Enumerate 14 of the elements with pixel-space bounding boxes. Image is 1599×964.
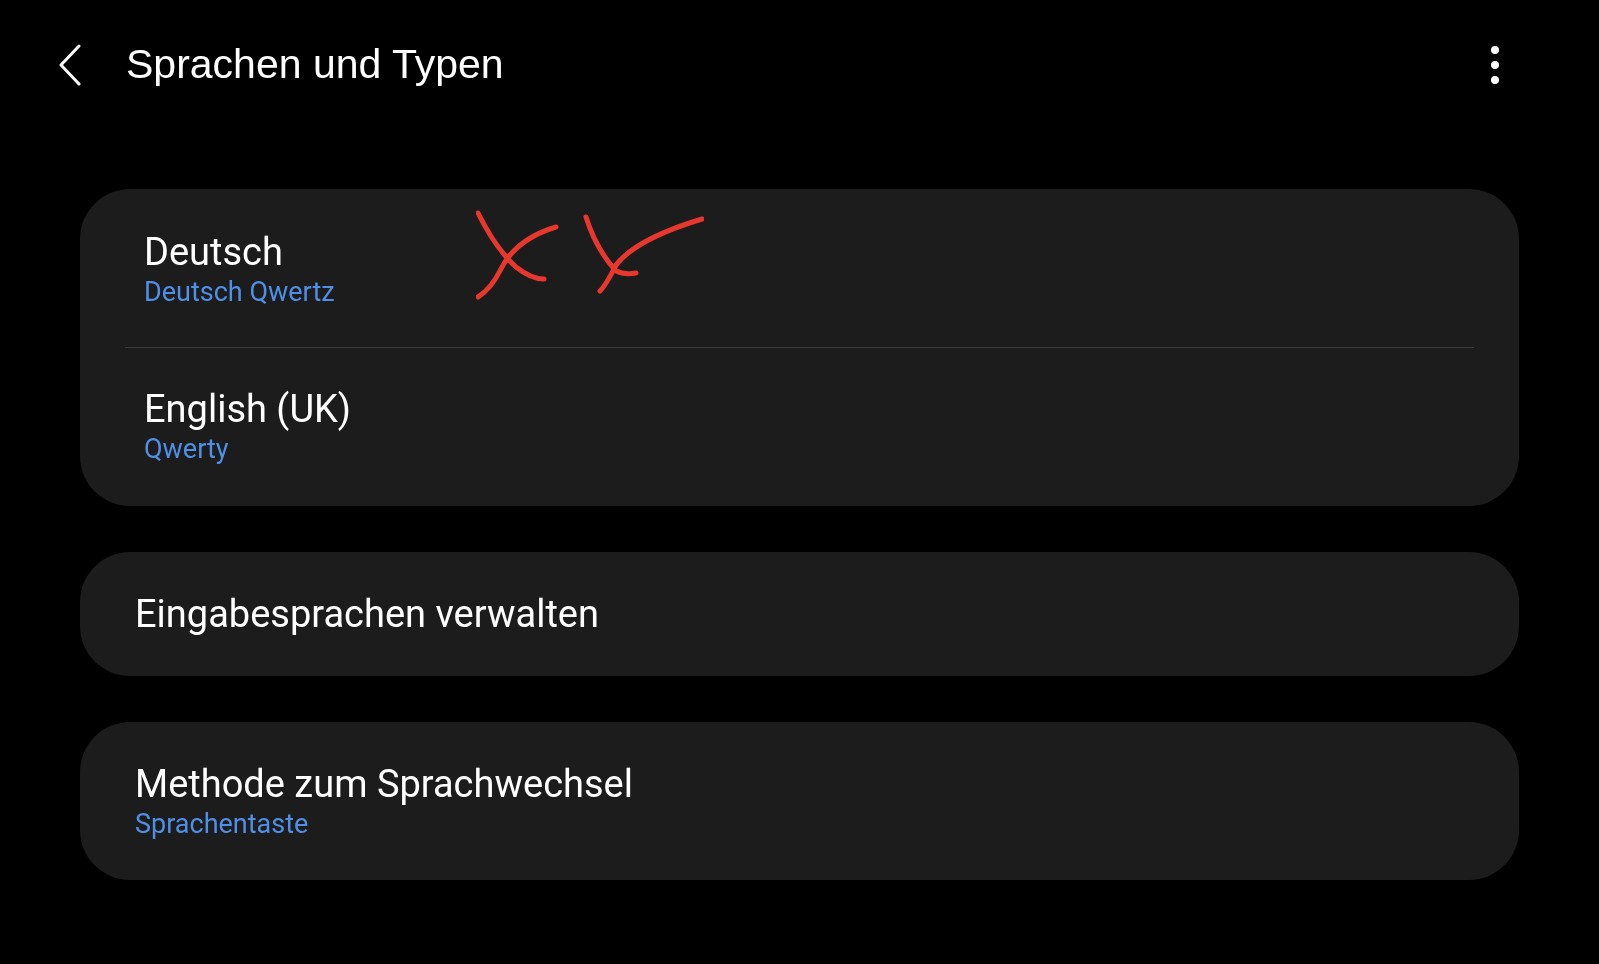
settings-item[interactable]: Eingabesprachen verwalten <box>80 554 1519 674</box>
kebab-menu-icon <box>1491 46 1499 84</box>
screen-title: Sprachen und Typen <box>126 40 504 90</box>
settings-item[interactable]: Methode zum Sprachwechsel Sprachentaste <box>80 724 1519 878</box>
item-title: Eingabesprachen verwalten <box>135 591 600 637</box>
item-title: Methode zum Sprachwechsel <box>135 761 634 807</box>
item-subtitle: Deutsch Qwertz <box>144 275 336 309</box>
item-title: Deutsch <box>144 229 284 275</box>
settings-item[interactable]: Deutsch Deutsch Qwertz <box>80 191 1519 347</box>
settings-item[interactable]: English (UK) Qwerty <box>80 348 1519 504</box>
item-subtitle: Sprachentaste <box>135 807 310 841</box>
item-title: English (UK) <box>144 386 353 432</box>
back-icon <box>58 44 82 86</box>
item-subtitle: Qwerty <box>144 432 230 466</box>
